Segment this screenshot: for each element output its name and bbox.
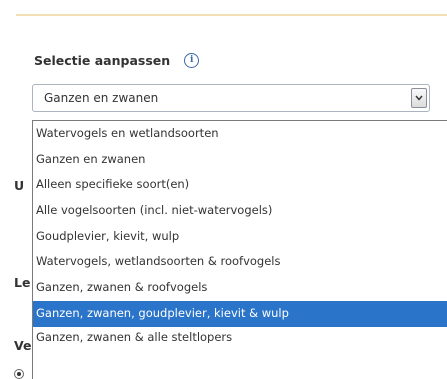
dropdown-option[interactable]: Alle vogelsoorten (incl. niet-watervogel…: [33, 198, 447, 224]
radio-button[interactable]: [14, 369, 24, 379]
top-divider: [16, 14, 447, 16]
chevron-down-icon: [415, 95, 423, 101]
dropdown-option[interactable]: Watervogels, wetlandsoorten & roofvogels: [33, 249, 447, 275]
dropdown-option[interactable]: Goudplevier, kievit, wulp: [33, 224, 447, 250]
background-label-1: U: [14, 178, 25, 193]
dropdown-option-highlighted[interactable]: Ganzen, zwanen, goudplevier, kievit & wu…: [33, 300, 447, 327]
info-icon[interactable]: i: [184, 53, 200, 68]
dropdown-option[interactable]: Ganzen, zwanen & roofvogels: [33, 275, 447, 301]
dropdown-option[interactable]: Alleen specifieke soort(en): [33, 172, 447, 198]
dropdown-arrow-button[interactable]: [411, 88, 427, 108]
select-current-value: Ganzen en zwanen: [44, 91, 159, 105]
dropdown-option[interactable]: Watervogels en wetlandsoorten: [33, 121, 447, 147]
background-label-3: Ve: [14, 338, 32, 353]
selection-header: Selectie aanpassen i: [34, 53, 200, 68]
selection-label: Selectie aanpassen: [34, 53, 171, 68]
dropdown-list[interactable]: Watervogels en wetlandsoorten Ganzen en …: [32, 120, 447, 379]
dropdown-option[interactable]: Ganzen en zwanen: [33, 147, 447, 173]
background-label-2: Le: [14, 275, 31, 290]
dropdown-option[interactable]: Ganzen, zwanen & alle steltlopers: [33, 327, 447, 343]
selection-select[interactable]: Ganzen en zwanen: [32, 84, 430, 112]
